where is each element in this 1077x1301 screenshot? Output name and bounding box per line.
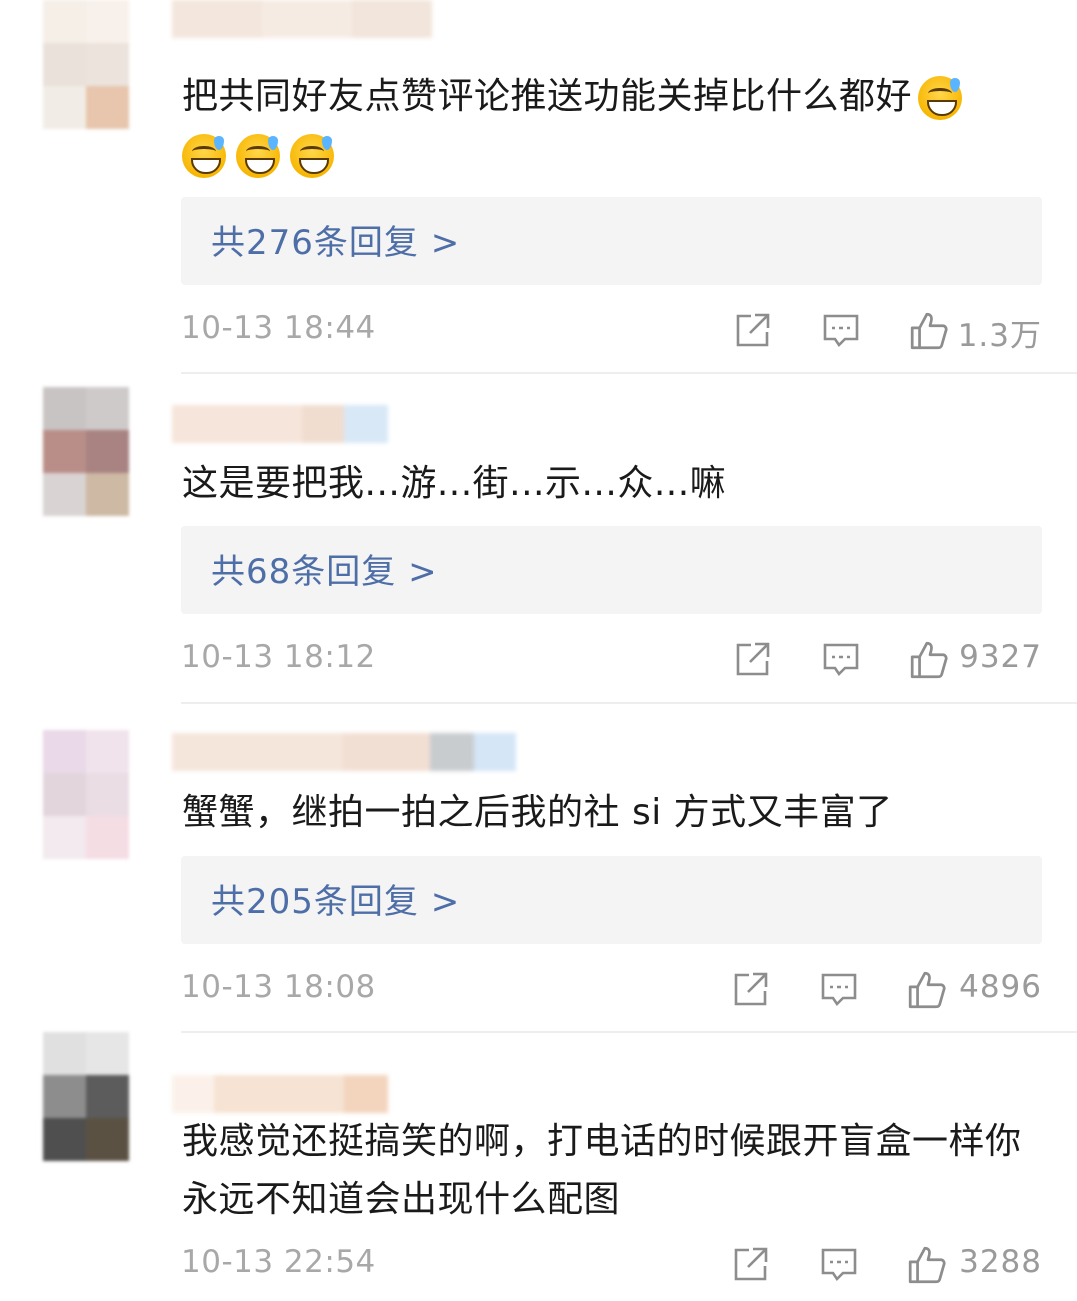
comment-icon[interactable] — [819, 969, 859, 1009]
comment-icon[interactable] — [819, 1244, 859, 1284]
comment-meta: 10-13 18:08 4896 — [181, 965, 1042, 1015]
like-count: 3288 — [959, 1244, 1042, 1280]
comment-text: 我感觉还挺搞笑的啊，打电话的时候跟开盲盒一样你永远不知道会出现什么配图 — [182, 1121, 1022, 1220]
comment-time: 10-13 18:44 — [181, 310, 376, 346]
avatar[interactable] — [0, 387, 170, 527]
thumbs-up-icon[interactable] — [906, 1244, 948, 1286]
comment-icon[interactable] — [821, 310, 861, 350]
grinning-sweat-emoji-icon — [290, 134, 334, 178]
replies-count-label: 共276条回复 > — [211, 223, 461, 263]
divider — [181, 702, 1077, 704]
avatar[interactable] — [0, 730, 170, 870]
comment-icon[interactable] — [821, 639, 861, 679]
view-replies-button[interactable]: 共276条回复 > — [181, 197, 1042, 285]
share-icon[interactable] — [733, 639, 773, 679]
view-replies-button[interactable]: 共68条回复 > — [181, 526, 1042, 614]
grinning-sweat-emoji-icon — [918, 76, 963, 120]
thumbs-up-icon[interactable] — [906, 969, 948, 1011]
share-icon[interactable] — [731, 1244, 771, 1284]
divider — [181, 1031, 1077, 1033]
replies-count-label: 共68条回复 > — [211, 552, 438, 592]
like-count: 1.3万 — [957, 318, 1042, 354]
comment-text: 这是要把我...游...街...示...众...嘛 — [182, 463, 727, 504]
comment-time: 10-13 18:08 — [181, 969, 376, 1005]
comment-text: 把共同好友点赞评论推送功能关掉比什么都好 — [182, 68, 1042, 184]
comment-text: 蟹蟹，继拍一拍之后我的社 si 方式又丰富了 — [182, 792, 893, 833]
avatar[interactable] — [0, 0, 170, 140]
like-count: 4896 — [959, 969, 1042, 1005]
like-count: 9327 — [959, 639, 1042, 675]
comment-meta: 10-13 18:12 9327 — [181, 635, 1042, 685]
share-icon[interactable] — [731, 969, 771, 1009]
comment-time: 10-13 22:54 — [181, 1244, 376, 1280]
avatar[interactable] — [0, 1032, 170, 1172]
grinning-sweat-emoji-icon — [236, 134, 280, 178]
replies-count-label: 共205条回复 > — [211, 882, 461, 922]
grinning-sweat-emoji-icon — [182, 134, 226, 178]
view-replies-button[interactable]: 共205条回复 > — [181, 856, 1042, 944]
divider — [181, 372, 1077, 374]
thumbs-up-icon[interactable] — [908, 639, 950, 681]
share-icon[interactable] — [733, 310, 773, 350]
thumbs-up-icon[interactable] — [908, 310, 950, 352]
comment-meta: 10-13 18:44 1.3万 — [181, 306, 1042, 356]
comment-time: 10-13 18:12 — [181, 639, 376, 675]
comment-meta: 10-13 22:54 3288 — [181, 1240, 1042, 1290]
